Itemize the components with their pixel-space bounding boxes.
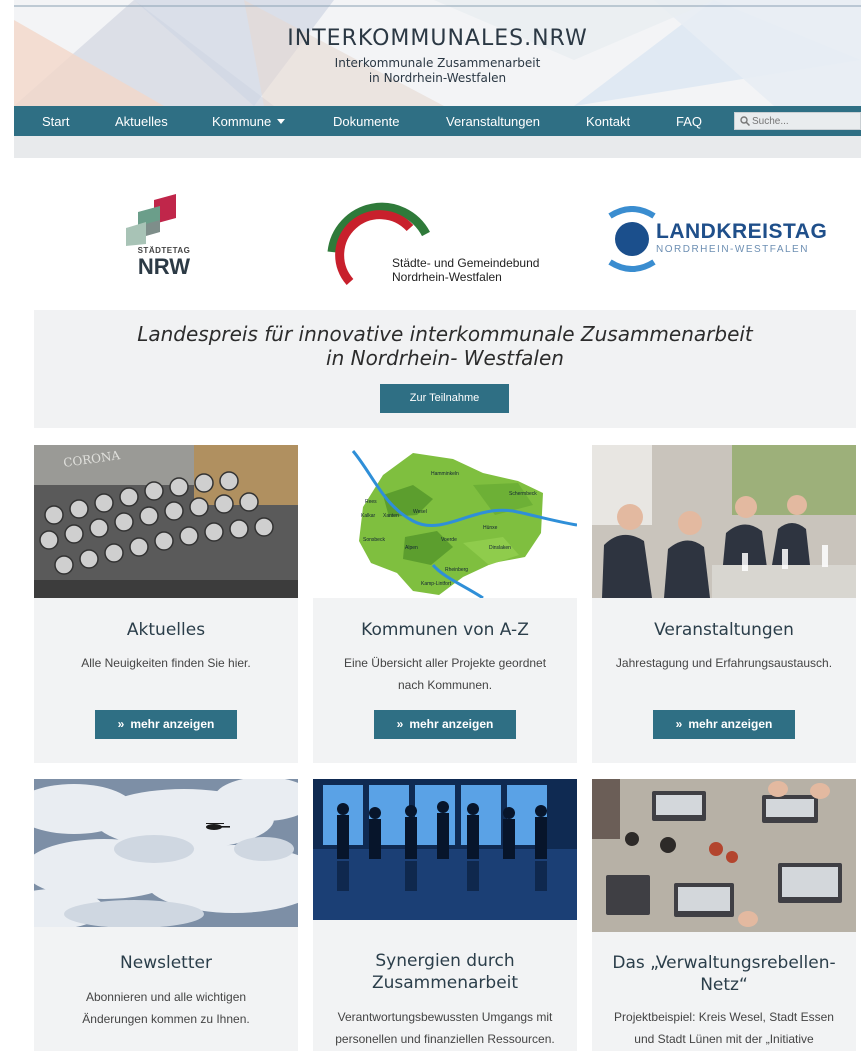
- more-button-label: mehr anzeigen: [409, 717, 494, 731]
- card-title-line2[interactable]: Zusammenarbeit: [313, 973, 577, 993]
- site-subtitle-line1: Interkommunale Zusammenarbeit: [334, 56, 541, 70]
- card-veranstaltungen: Veranstaltungen Jahrestagung und Erfahru…: [592, 445, 856, 763]
- landkreistag-title: LANDKREISTAG: [656, 220, 828, 243]
- map-image[interactable]: Hamminkeln Schermbeck Rees Kalkar Wesel Hünxe…: [313, 445, 577, 598]
- main-nav: Start Aktuelles Kommune Dokumente Verans…: [14, 106, 861, 136]
- prize-heading-line2: in Nordrhein- Westfalen: [326, 346, 564, 370]
- card-text-line2: und Stadt Lünen mit der „Initiative: [634, 1032, 814, 1046]
- card-verwaltungsrebellen: Das „Verwaltungsrebellen- Netz“ Projektb…: [592, 779, 856, 1051]
- site-header: INTERKOMMUNALES.NRW Interkommunale Zusam…: [14, 0, 861, 106]
- silhouettes-image[interactable]: [313, 779, 577, 920]
- more-button-label: mehr anzeigen: [688, 717, 773, 731]
- caret-down-icon: [277, 119, 286, 124]
- nav-item-dokumente[interactable]: Dokumente: [333, 114, 399, 129]
- card-synergien: Synergien durch Zusammenarbeit Verantwor…: [313, 779, 577, 1051]
- double-chevron-right-icon: »: [675, 717, 683, 731]
- landkreistag-subtitle: NORDRHEIN-WESTFALEN: [656, 244, 809, 255]
- map-town-label: Rheinberg: [445, 567, 468, 573]
- nav-item-faq[interactable]: FAQ: [676, 114, 702, 129]
- search-icon: [740, 116, 750, 126]
- staedtetag-nrw-logo[interactable]: STÄDTETAG NRW: [124, 194, 214, 284]
- nav-item-aktuelles[interactable]: Aktuelles: [115, 114, 168, 129]
- card-text: Alle Neuigkeiten finden Sie hier.: [81, 656, 251, 670]
- card-text-line2: personellen und finanziellen Ressourcen.: [335, 1032, 555, 1046]
- card-kommunen: Hamminkeln Schermbeck Rees Kalkar Wesel Hünxe…: [313, 445, 577, 763]
- card-text-line2: nach Kommunen.: [397, 678, 493, 692]
- card-title-line2[interactable]: Netz“: [592, 975, 856, 995]
- laptops-image[interactable]: [592, 779, 856, 932]
- prize-banner: Landespreis für innovative interkommunal…: [34, 310, 856, 428]
- landkreistag-logo[interactable]: LANDKREISTAG NORDRHEIN-WESTFALEN: [606, 206, 846, 276]
- map-town-label: Wesel: [413, 509, 427, 515]
- card-title[interactable]: Veranstaltungen: [592, 620, 856, 640]
- card-title-line1[interactable]: Synergien durch: [313, 951, 577, 971]
- card-title[interactable]: Kommunen von A-Z: [313, 620, 577, 640]
- card-title[interactable]: Newsletter: [34, 953, 298, 973]
- double-chevron-right-icon: »: [396, 717, 404, 731]
- card-text-line1: Verantwortungsbewussten Umgangs mit: [337, 1010, 553, 1024]
- main-content: STÄDTETAG NRW Städte- und Gemeindebund N…: [14, 158, 861, 1051]
- nav-item-kommune-label: Kommune: [212, 114, 272, 129]
- double-chevron-right-icon: »: [117, 717, 125, 731]
- site-subtitle-line2: in Nordrhein-Westfalen: [368, 71, 507, 85]
- nav-item-kontakt[interactable]: Kontakt: [586, 114, 630, 129]
- map-town-label: Xanten: [383, 513, 399, 519]
- more-button[interactable]: » mehr anzeigen: [374, 710, 516, 739]
- landkreistag-emblem-icon: [608, 206, 656, 272]
- map-town-label: Dinslaken: [489, 545, 511, 551]
- more-button[interactable]: » mehr anzeigen: [95, 710, 237, 739]
- map-town-label: Sonsbeck: [363, 537, 385, 543]
- search-box[interactable]: [734, 112, 861, 130]
- map-town-label: Kalkar: [361, 513, 376, 519]
- nav-item-kommune[interactable]: Kommune: [212, 114, 286, 129]
- search-input[interactable]: [752, 113, 852, 129]
- map-town-label: Hamminkeln: [431, 471, 459, 477]
- staedtetag-emblem-icon: [126, 194, 176, 246]
- map-town-label: Kamp-Lintfort: [421, 581, 452, 587]
- card-text: Jahrestagung und Erfahrungsaustausch.: [615, 656, 833, 670]
- more-button[interactable]: » mehr anzeigen: [653, 710, 795, 739]
- gemeindebund-line1: Städte- und Gemeindebund: [392, 256, 540, 270]
- participate-button[interactable]: Zur Teilnahme: [380, 384, 509, 413]
- card-text-line2: Änderungen kommen zu Ihnen.: [82, 1012, 250, 1026]
- card-aktuelles: CORONA Aktuelles Alle Neuigkeiten finden…: [34, 445, 298, 763]
- card-text-line1: Abonnieren und alle wichtigen: [85, 990, 247, 1004]
- card-title-line1[interactable]: Das „Verwaltungsrebellen-: [592, 953, 856, 973]
- site-title[interactable]: INTERKOMMUNALES.NRW: [14, 26, 861, 51]
- card-text-line1: Projektbeispiel: Kreis Wesel, Stadt Esse…: [614, 1010, 834, 1024]
- page: INTERKOMMUNALES.NRW Interkommunale Zusam…: [14, 0, 861, 1051]
- nav-item-start[interactable]: Start: [42, 114, 69, 129]
- left-frame: [0, 0, 14, 1051]
- staedtetag-nrw-label: NRW: [137, 254, 191, 279]
- nav-spacer-band: [14, 136, 861, 158]
- map-town-label: Rees: [365, 499, 377, 505]
- meeting-image[interactable]: [592, 445, 856, 598]
- card-text-line1: Eine Übersicht aller Projekte geordnet: [343, 656, 547, 670]
- nav-item-veranstaltungen[interactable]: Veranstaltungen: [446, 114, 540, 129]
- map-town-label: Voerde: [441, 537, 457, 543]
- map-town-label: Alpen: [405, 545, 418, 551]
- card-title[interactable]: Aktuelles: [34, 620, 298, 640]
- typewriter-image[interactable]: CORONA: [34, 445, 298, 598]
- header-background: [14, 0, 861, 106]
- card-newsletter: Newsletter Abonnieren und alle wichtigen…: [34, 779, 298, 1051]
- gemeindebund-line2: Nordrhein-Westfalen: [392, 270, 502, 284]
- gemeindebund-logo[interactable]: Städte- und Gemeindebund Nordrhein-Westf…: [326, 194, 566, 286]
- prize-heading-line1: Landespreis für innovative interkommunal…: [137, 322, 753, 346]
- map-town-label: Hünxe: [483, 525, 498, 531]
- map-town-label: Schermbeck: [509, 491, 537, 497]
- clouds-image[interactable]: [34, 779, 298, 927]
- more-button-label: mehr anzeigen: [130, 717, 215, 731]
